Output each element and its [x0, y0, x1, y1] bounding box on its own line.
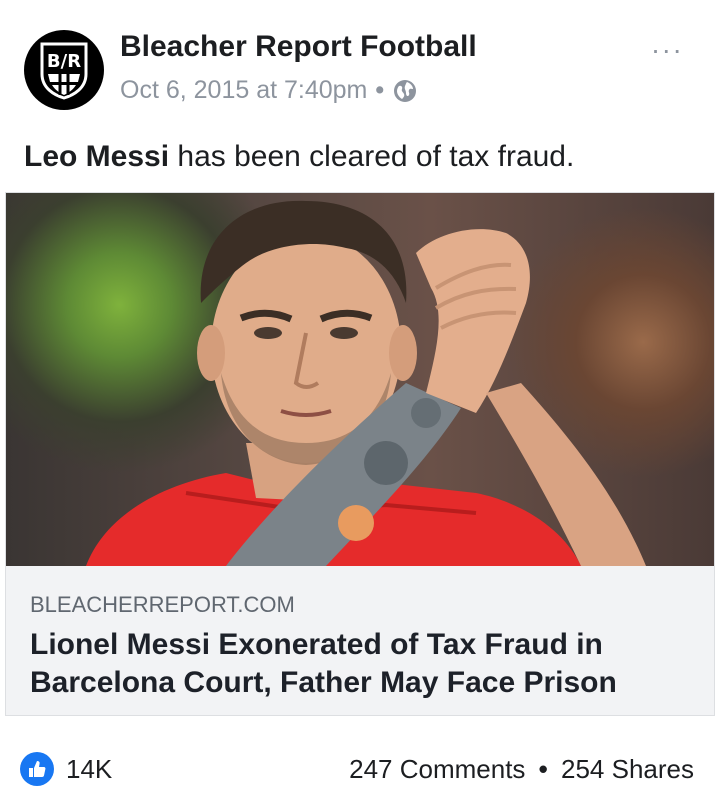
player-photo-icon [86, 200, 646, 566]
link-attachment[interactable]: BLEACHERREPORT.COM Lionel Messi Exonerat… [5, 192, 715, 716]
link-photo[interactable] [6, 193, 714, 566]
thumbs-up-icon [29, 761, 46, 777]
like-count[interactable]: 14K [66, 754, 112, 785]
link-details[interactable]: BLEACHERREPORT.COM Lionel Messi Exonerat… [6, 566, 714, 716]
post-meta: Oct 6, 2015 at 7:40pm • [120, 76, 418, 105]
facebook-post: B/R Bleacher Report Football Oct 6, 2015… [0, 0, 720, 806]
count-separator: • [538, 754, 548, 784]
comments-count[interactable]: 247 Comments [349, 754, 525, 784]
post-footer: 14K 247 Comments • 254 Shares [0, 744, 720, 794]
post-timestamp[interactable]: Oct 6, 2015 at 7:40pm [120, 76, 367, 105]
svg-text:B/R: B/R [47, 51, 81, 72]
meta-separator: • [375, 76, 385, 104]
link-domain: BLEACHERREPORT.COM [30, 592, 295, 617]
globe-icon[interactable] [392, 78, 418, 104]
post-message: Leo Messi has been cleared of tax fraud. [24, 140, 574, 174]
engagement-counts: 247 Comments • 254 Shares [349, 754, 694, 785]
shares-count[interactable]: 254 Shares [561, 754, 694, 784]
more-options-button[interactable]: ... [652, 30, 684, 58]
like-reaction-icon[interactable] [20, 752, 54, 786]
link-headline[interactable]: Lionel Messi Exonerated of Tax Fraud in … [30, 626, 690, 702]
message-mention[interactable]: Leo Messi [24, 140, 169, 173]
bleacher-report-logo-icon: B/R [40, 42, 88, 100]
post-header: B/R Bleacher Report Football Oct 6, 2015… [0, 0, 720, 120]
page-avatar[interactable]: B/R [24, 30, 104, 110]
message-text: has been cleared of tax fraud. [169, 140, 575, 173]
page-name[interactable]: Bleacher Report Football [120, 30, 477, 64]
